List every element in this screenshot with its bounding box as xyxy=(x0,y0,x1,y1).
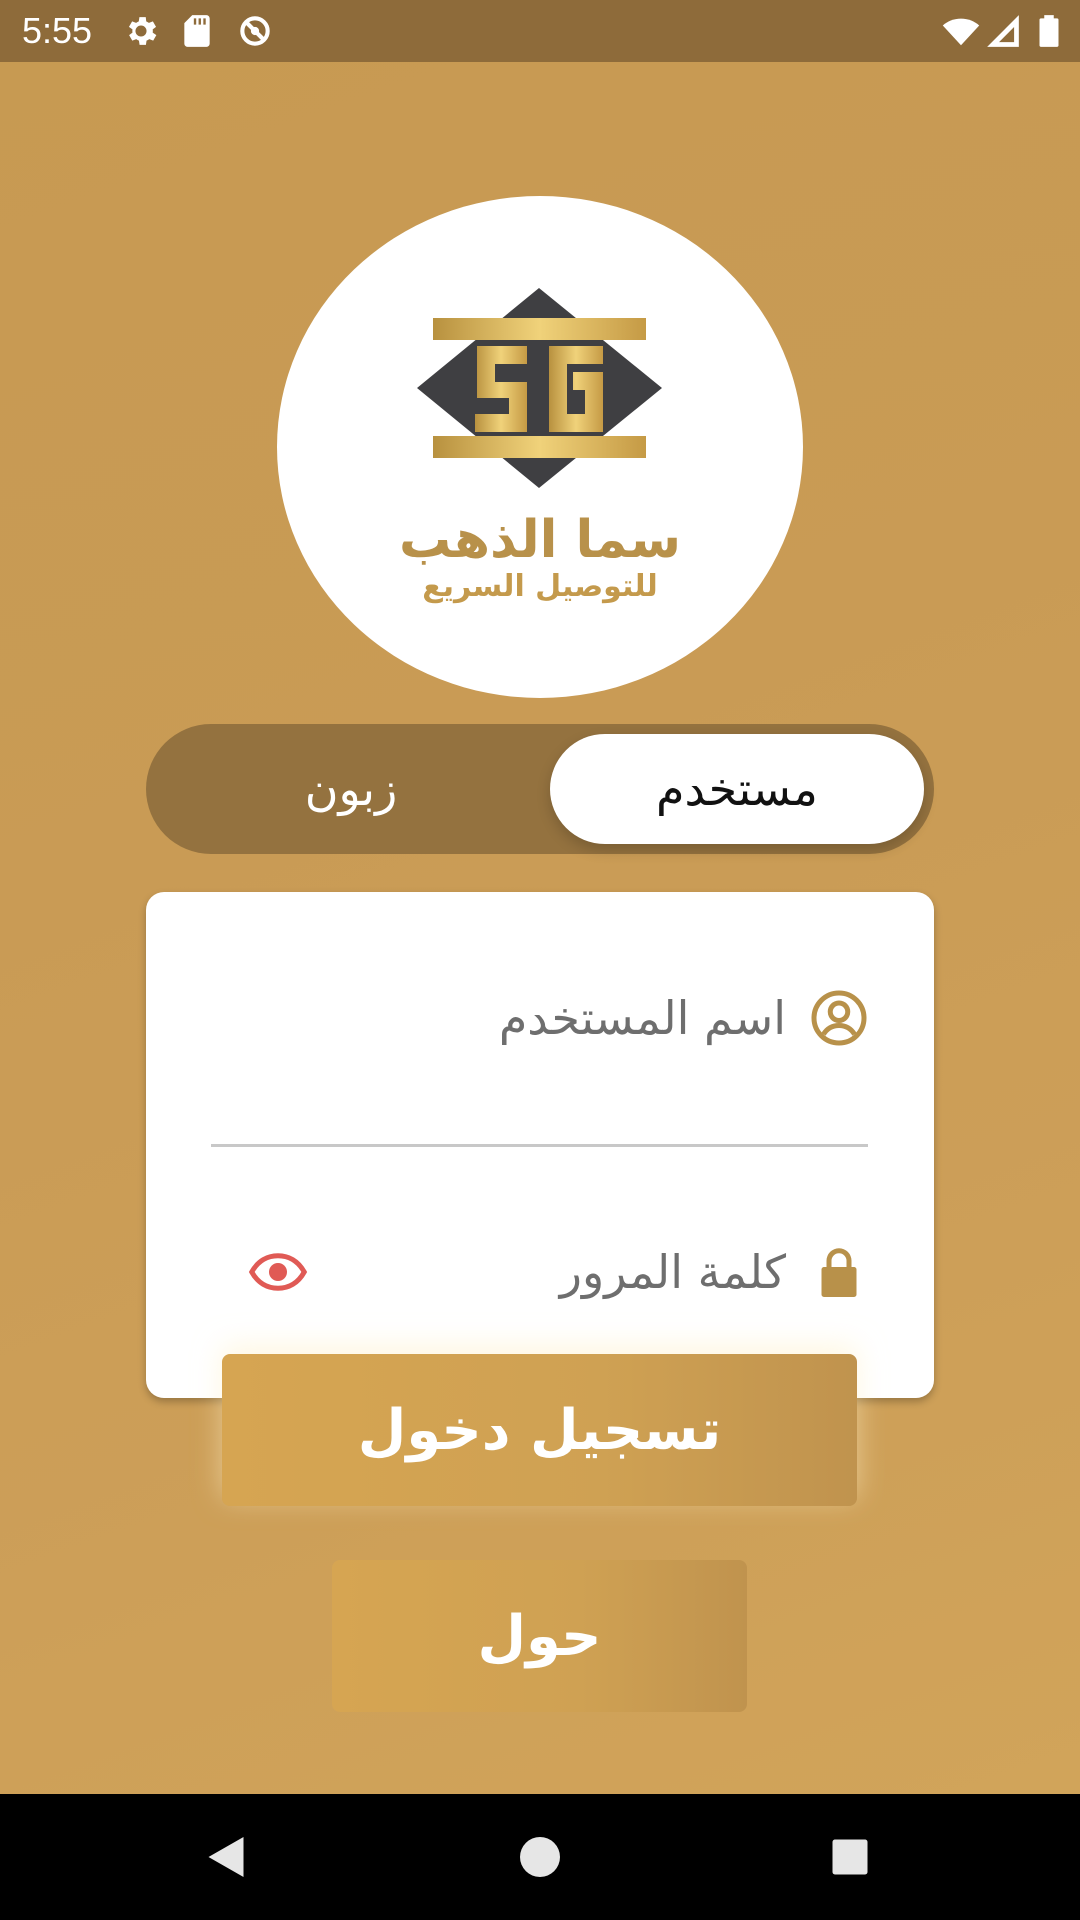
status-bar: 5:55 xyxy=(0,0,1080,62)
logo-name: سما الذهب xyxy=(398,510,682,570)
home-icon[interactable] xyxy=(510,1827,570,1887)
back-icon[interactable] xyxy=(196,1827,256,1887)
signal-icon xyxy=(987,15,1019,47)
about-button[interactable]: حول xyxy=(332,1560,747,1712)
role-option-user[interactable]: مستخدم xyxy=(550,734,924,844)
username-underline xyxy=(211,1144,868,1147)
battery-icon xyxy=(1039,15,1059,47)
status-time: 5:55 xyxy=(22,10,93,51)
logo-badge: سما الذهب للتوصيل السريع xyxy=(277,196,803,698)
role-option-customer[interactable]: زبون xyxy=(156,734,546,844)
wifi-icon xyxy=(942,18,980,46)
username-input[interactable]: اسم المستخدم xyxy=(296,988,786,1048)
recents-icon[interactable] xyxy=(820,1827,880,1887)
logo-tagline: للتوصيل السريع xyxy=(422,569,658,604)
user-circle-icon xyxy=(811,990,867,1046)
sd-card-icon xyxy=(184,15,210,47)
navigation-bar xyxy=(0,1794,1080,1920)
no-sync-icon xyxy=(240,16,270,46)
login-button[interactable]: تسجيل دخول xyxy=(222,1354,857,1506)
eye-icon[interactable] xyxy=(248,1242,308,1302)
role-toggle: زبون مستخدم xyxy=(146,724,934,854)
login-form-card: اسم المستخدم كلمة المرور xyxy=(146,892,934,1398)
lock-icon xyxy=(821,1248,857,1297)
login-screen: 5:55 سما الذهب للتوصيل السريع زبون مستخد… xyxy=(0,0,1080,1920)
password-input[interactable]: كلمة المرور xyxy=(366,1242,786,1302)
logo-mark-icon xyxy=(417,288,662,488)
gear-icon xyxy=(128,17,157,45)
